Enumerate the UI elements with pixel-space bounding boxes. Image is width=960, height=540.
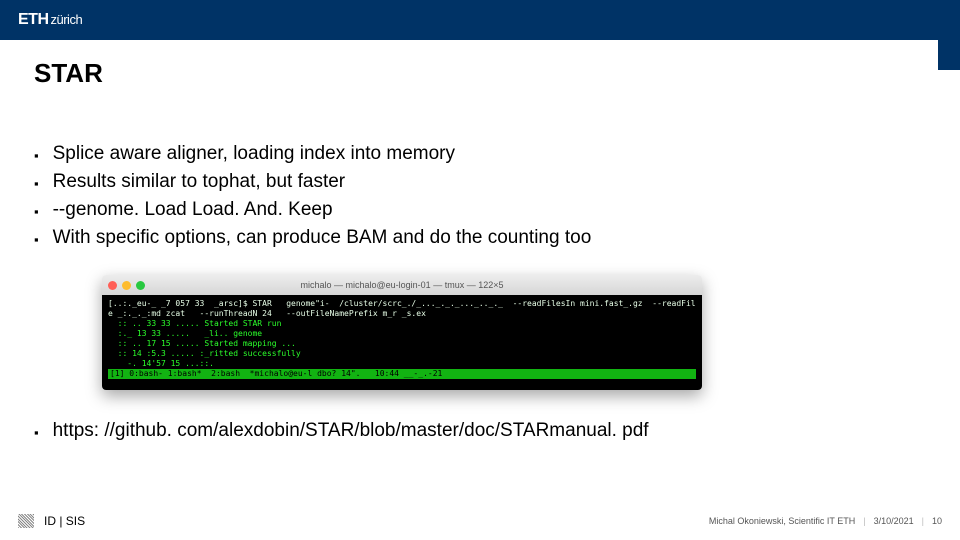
separator: | (922, 516, 924, 526)
header-bar: ETHzürich (0, 0, 960, 40)
list-item: ▪ https: //github. com/alexdobin/STAR/blo… (34, 420, 960, 442)
terminal-line: -. 14'57 15 ...::. (108, 359, 214, 368)
footer: ID | SIS Michal Okoniewski, Scientific I… (0, 512, 960, 530)
page-title: STAR (34, 58, 960, 89)
bullet-icon: ▪ (34, 425, 39, 442)
list-item: ▪ Results similar to tophat, but faster (34, 171, 926, 193)
link-text: https: //github. com/alexdobin/STAR/blob… (53, 420, 649, 442)
bullet-list: ▪ Splice aware aligner, loading index int… (34, 143, 926, 249)
terminal-line: :: 14 :5.3 ..... :_ritted successfully (108, 349, 301, 358)
bullet-icon: ▪ (34, 176, 39, 191)
footer-date: 3/10/2021 (874, 516, 914, 526)
accent-stub (938, 40, 960, 70)
bullet-icon: ▪ (34, 204, 39, 219)
bullet-icon: ▪ (34, 148, 39, 163)
crest-icon (18, 514, 34, 528)
list-item: ▪ --genome. Load Load. And. Keep (34, 199, 926, 221)
footer-page: 10 (932, 516, 942, 526)
content: ▪ Splice aware aligner, loading index int… (0, 89, 960, 390)
eth-logo-main: ETH (18, 11, 49, 28)
eth-logo-sub: zürich (51, 12, 83, 27)
bullet-icon: ▪ (34, 232, 39, 247)
terminal-line: :._ 13 33 ..... _li.. genome (108, 329, 262, 338)
terminal-window: michalo — michalo@eu-login-01 — tmux — 1… (102, 275, 702, 390)
link-list: ▪ https: //github. com/alexdobin/STAR/blo… (34, 420, 960, 442)
footer-dept: ID | SIS (44, 514, 85, 528)
bullet-text: Results similar to tophat, but faster (53, 171, 346, 193)
separator: | (863, 516, 865, 526)
terminal-line: [..:._eu-_ _7 057 33 _arsc]$ STAR genome… (108, 299, 696, 308)
eth-logo: ETHzürich (18, 11, 82, 29)
terminal-title: michalo — michalo@eu-login-01 — tmux — 1… (102, 280, 702, 290)
bullet-text: Splice aware aligner, loading index into… (53, 143, 455, 165)
list-item: ▪ Splice aware aligner, loading index int… (34, 143, 926, 165)
terminal-line: :: .. 17 15 ..... Started mapping ... (108, 339, 296, 348)
terminal-line: :: .. 33 33 ..... Started STAR run (108, 319, 281, 328)
bullet-text: --genome. Load Load. And. Keep (53, 199, 333, 221)
terminal-line: e _:._._:md zcat --runThreadN 24 --outFi… (108, 309, 426, 318)
terminal-body: [..:._eu-_ _7 057 33 _arsc]$ STAR genome… (102, 295, 702, 390)
terminal-titlebar: michalo — michalo@eu-login-01 — tmux — 1… (102, 275, 702, 295)
list-item: ▪ With specific options, can produce BAM … (34, 227, 926, 249)
bullet-text: With specific options, can produce BAM a… (53, 227, 592, 249)
footer-author: Michal Okoniewski, Scientific IT ETH (709, 516, 855, 526)
terminal-status-bar: [1] 0:bash- 1:bash* 2:bash *michalo@eu-l… (108, 369, 696, 379)
